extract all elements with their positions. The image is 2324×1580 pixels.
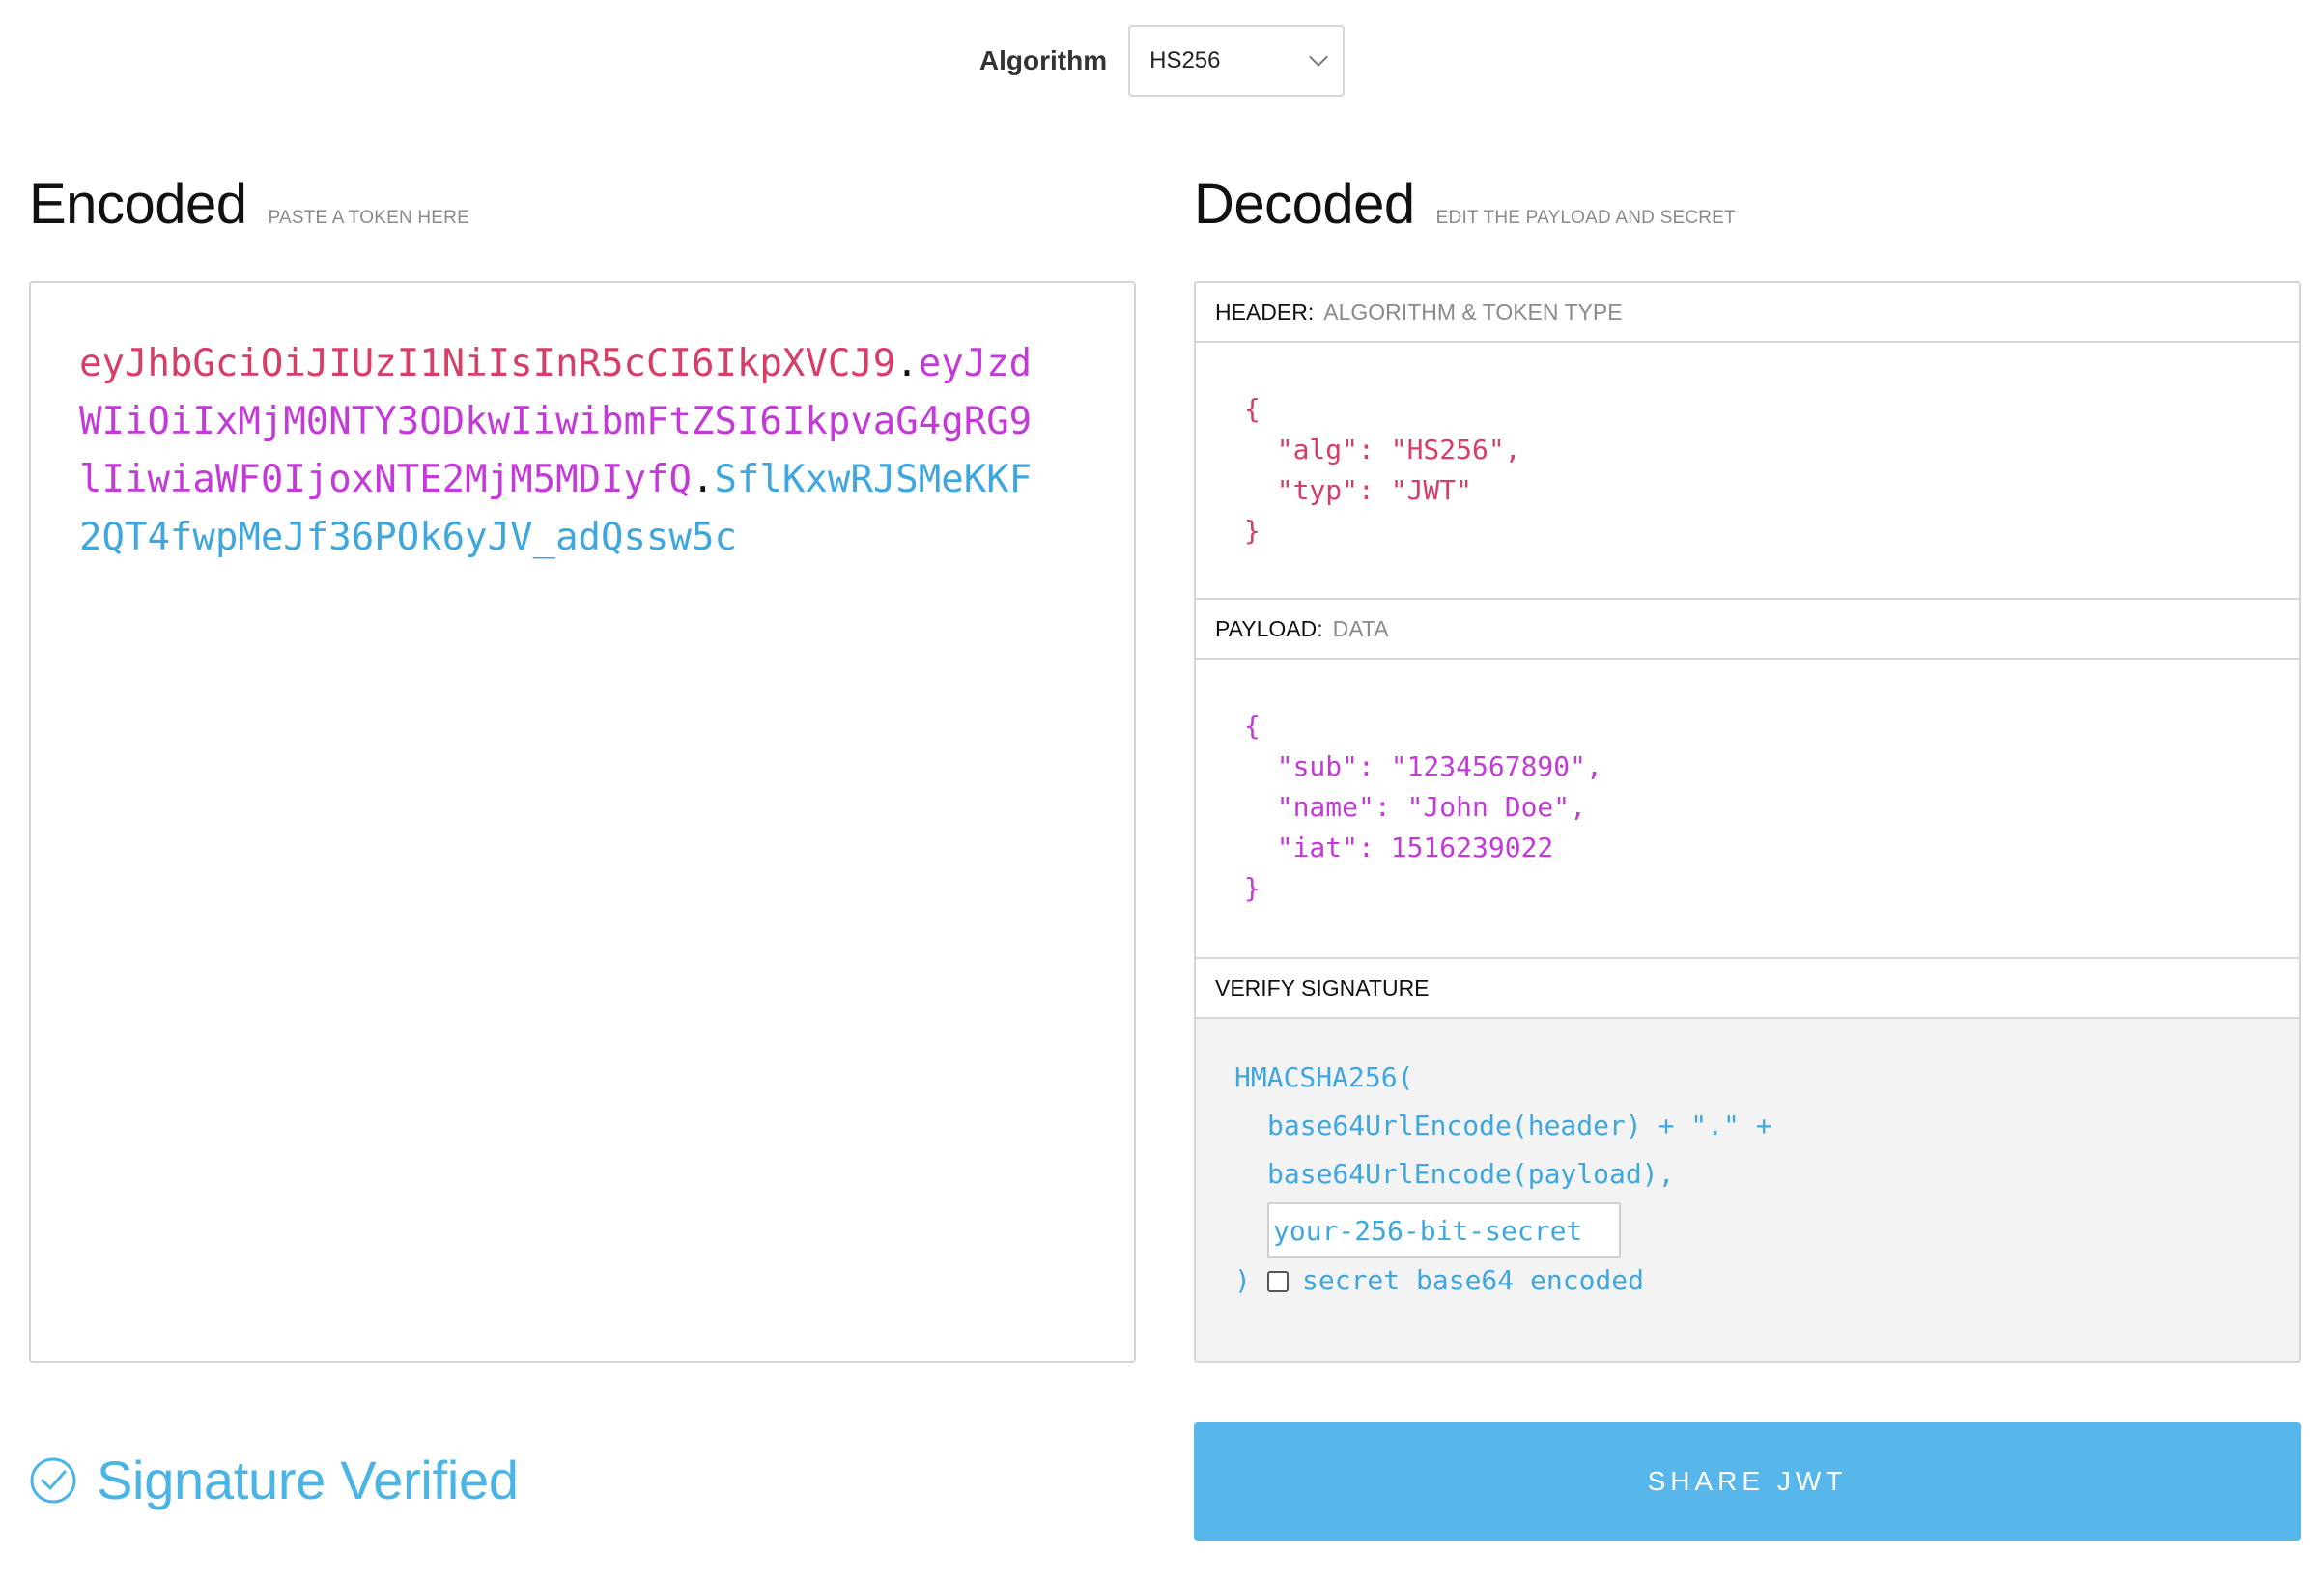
- header-section-label: HEADER:: [1215, 298, 1315, 324]
- token-separator: .: [895, 342, 919, 385]
- share-jwt-button[interactable]: SHARE JWT: [1194, 1422, 2301, 1541]
- payload-section-heading: PAYLOAD: DATA: [1196, 600, 2299, 660]
- signature-status: Signature Verified: [29, 1449, 519, 1511]
- algorithm-selected-value: HS256: [1149, 47, 1221, 73]
- header-json: { "alg": "HS256", "typ": "JWT" }: [1244, 393, 1521, 547]
- base64-encoded-checkbox[interactable]: [1267, 1271, 1289, 1292]
- algorithm-select[interactable]: HS256: [1128, 25, 1346, 97]
- decoded-subtitle: EDIT THE PAYLOAD AND SECRET: [1435, 208, 1736, 228]
- base64-encoded-label[interactable]: secret base64 encoded: [1302, 1264, 1644, 1296]
- verify-section-label: VERIFY SIGNATURE: [1215, 974, 1430, 1001]
- payload-section-description: DATA: [1332, 615, 1389, 641]
- encoded-token-text[interactable]: eyJhbGciOiJIUzI1NiIsInR5cCI6IkpXVCJ9.eyJ…: [79, 335, 1045, 567]
- payload-json: { "sub": "1234567890", "name": "John Doe…: [1244, 710, 1602, 904]
- decoded-title: Decoded: [1194, 173, 1415, 236]
- algorithm-row: Algorithm HS256: [0, 24, 2324, 98]
- decoded-panel: HEADER: ALGORITHM & TOKEN TYPE { "alg": …: [1194, 281, 2301, 1363]
- algorithm-label: Algorithm: [978, 45, 1108, 75]
- chevron-down-icon: [1309, 47, 1329, 67]
- encoded-title-row: Encoded PASTE A TOKEN HERE: [29, 172, 469, 237]
- encoded-title: Encoded: [29, 173, 247, 236]
- verify-header-expression: base64UrlEncode(header) + "." +: [1267, 1110, 1772, 1142]
- verify-function-close: ): [1234, 1264, 1251, 1296]
- header-section-heading: HEADER: ALGORITHM & TOKEN TYPE: [1196, 283, 2299, 343]
- verify-payload-expression: base64UrlEncode(payload),: [1267, 1158, 1675, 1190]
- signature-status-text: Signature Verified: [97, 1450, 519, 1510]
- verify-section-heading: VERIFY SIGNATURE: [1196, 959, 2299, 1019]
- token-separator: .: [691, 458, 715, 501]
- verify-signature-area: HMACSHA256( base64UrlEncode(header) + ".…: [1196, 1019, 2299, 1361]
- decoded-title-row: Decoded EDIT THE PAYLOAD AND SECRET: [1194, 172, 1736, 237]
- secret-input[interactable]: your-256-bit-secret: [1267, 1202, 1621, 1258]
- header-json-editor[interactable]: { "alg": "HS256", "typ": "JWT" }: [1196, 343, 2299, 600]
- payload-section-label: PAYLOAD:: [1215, 615, 1323, 641]
- encoded-token-editor[interactable]: eyJhbGciOiJIUzI1NiIsInR5cCI6IkpXVCJ9.eyJ…: [29, 281, 1136, 1363]
- header-section-description: ALGORITHM & TOKEN TYPE: [1323, 298, 1623, 324]
- token-header-part: eyJhbGciOiJIUzI1NiIsInR5cCI6IkpXVCJ9: [79, 342, 896, 385]
- check-circle-icon: [30, 1457, 76, 1503]
- verify-function-open: HMACSHA256(: [1234, 1061, 1414, 1093]
- encoded-subtitle: PASTE A TOKEN HERE: [268, 208, 469, 228]
- payload-json-editor[interactable]: { "sub": "1234567890", "name": "John Doe…: [1196, 660, 2299, 959]
